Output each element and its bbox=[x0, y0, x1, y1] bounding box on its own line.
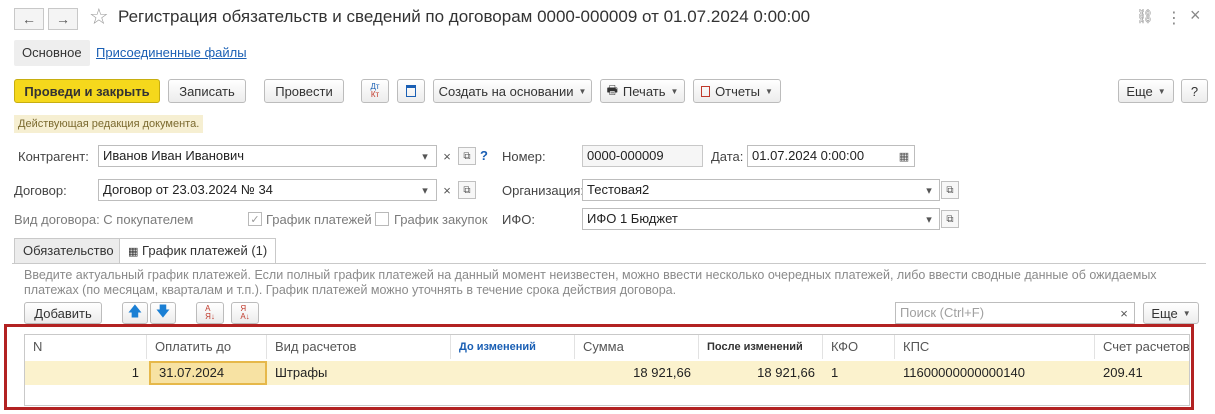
arrow-up-icon: 🡅 bbox=[127, 303, 143, 319]
dropdown-icon[interactable]: ▾ bbox=[416, 180, 434, 200]
contract-label: Договор: bbox=[14, 183, 67, 198]
date-field[interactable]: 01.07.2024 0:00:00 bbox=[747, 145, 915, 167]
create-based-label: Создать на основании bbox=[438, 83, 574, 99]
report-icon bbox=[701, 85, 711, 97]
number-field[interactable]: 0000-000009 bbox=[582, 145, 703, 167]
ifo-label: ИФО: bbox=[502, 212, 535, 227]
dropdown-icon[interactable]: ▾ bbox=[920, 180, 938, 200]
clear-icon[interactable]: × bbox=[438, 180, 456, 200]
number-label: Номер: bbox=[502, 149, 546, 164]
open-icon[interactable]: ⧉ bbox=[458, 147, 476, 165]
date-label: Дата: bbox=[711, 149, 744, 164]
sort-ascending-icon: А Я↓ bbox=[205, 304, 215, 321]
chevron-down-icon: ▼ bbox=[578, 86, 587, 96]
more-menu-icon[interactable]: ⋮ bbox=[1166, 8, 1182, 28]
table-more-button[interactable]: Еще ▼ bbox=[1143, 302, 1199, 324]
window-title: Регистрация обязательств и сведений по д… bbox=[118, 7, 811, 26]
contract-field[interactable]: Договор от 23.03.2024 № 34 bbox=[98, 179, 437, 201]
print-label: Печать bbox=[622, 83, 666, 99]
more-button[interactable]: Еще ▼ bbox=[1118, 79, 1174, 103]
section-main[interactable]: Основное bbox=[14, 40, 90, 66]
arrow-left-icon: ← bbox=[22, 11, 36, 27]
dt-kt-button[interactable]: Дт Кт bbox=[361, 79, 389, 103]
organization-label: Организация: bbox=[502, 183, 585, 198]
help-button[interactable]: ? bbox=[1181, 79, 1208, 103]
reports-label: Отчеты bbox=[715, 83, 760, 99]
clear-icon[interactable]: × bbox=[438, 146, 456, 166]
payment-schedule-checkbox[interactable]: ✓ bbox=[248, 212, 262, 226]
section-attached-files[interactable]: Присоединенные файлы bbox=[96, 40, 247, 66]
favorite-star-icon[interactable]: ☆ bbox=[89, 4, 109, 30]
move-down-button[interactable]: 🡇 bbox=[150, 302, 176, 324]
tab-payment-schedule-label: График платежей (1) bbox=[142, 243, 268, 258]
chevron-down-icon: ▼ bbox=[1157, 86, 1166, 96]
tab-payment-schedule[interactable]: ▦ График платежей (1) bbox=[119, 238, 277, 264]
arrow-down-icon: 🡇 bbox=[155, 303, 171, 319]
forward-button[interactable]: → bbox=[48, 8, 78, 30]
chevron-down-icon: ▼ bbox=[670, 86, 679, 96]
arrow-right-icon: → bbox=[56, 11, 70, 27]
print-button[interactable]: 🖶 Печать ▼ bbox=[600, 79, 685, 103]
open-icon[interactable]: ⧉ bbox=[941, 210, 959, 228]
back-button[interactable]: ← bbox=[14, 8, 44, 30]
purchase-schedule-checkbox[interactable] bbox=[375, 212, 389, 226]
chevron-down-icon: ▼ bbox=[765, 86, 773, 96]
more-label: Еще bbox=[1126, 83, 1153, 99]
help-question-icon[interactable]: ? bbox=[480, 148, 488, 163]
journal-button[interactable] bbox=[397, 79, 425, 103]
sort-descending-icon: Я А↓ bbox=[240, 304, 250, 321]
link-icon[interactable]: ⛓ bbox=[1136, 8, 1154, 25]
add-button[interactable]: Добавить bbox=[24, 302, 102, 324]
organization-field[interactable]: Тестовая2 bbox=[582, 179, 940, 201]
sort-ascending-button[interactable]: А Я↓ bbox=[196, 302, 224, 324]
chevron-down-icon: ▼ bbox=[1182, 308, 1191, 318]
counterparty-field[interactable]: Иванов Иван Иванович bbox=[98, 145, 437, 167]
tab-obligation[interactable]: Обязательство bbox=[14, 238, 123, 263]
open-icon[interactable]: ⧉ bbox=[458, 181, 476, 199]
calendar-icon: ▦ bbox=[128, 246, 139, 258]
highlight-frame bbox=[4, 324, 1194, 410]
sort-descending-button[interactable]: Я А↓ bbox=[231, 302, 259, 324]
list-icon bbox=[406, 85, 416, 97]
purchase-schedule-label: График закупок bbox=[394, 212, 488, 227]
tab-panel-border bbox=[12, 263, 1206, 264]
clear-search-icon[interactable]: × bbox=[1115, 303, 1133, 323]
table-more-label: Еще bbox=[1151, 305, 1178, 321]
payment-schedule-label: График платежей bbox=[266, 212, 372, 227]
dt-kt-icon: Дт Кт bbox=[370, 82, 380, 99]
open-icon[interactable]: ⧉ bbox=[941, 181, 959, 199]
dropdown-icon[interactable]: ▾ bbox=[920, 209, 938, 229]
printer-icon: 🖶 bbox=[606, 82, 618, 97]
reports-button[interactable]: Отчеты ▼ bbox=[693, 79, 781, 103]
ifo-field[interactable]: ИФО 1 Бюджет bbox=[582, 208, 940, 230]
dropdown-icon[interactable]: ▾ bbox=[416, 146, 434, 166]
contract-type-text: Вид договора: С покупателем bbox=[14, 212, 194, 227]
schedule-info-text: Введите актуальный график платежей. Если… bbox=[24, 268, 1157, 297]
create-based-on-button[interactable]: Создать на основании ▼ bbox=[433, 79, 592, 103]
calendar-icon[interactable]: ▦ bbox=[895, 146, 913, 166]
counterparty-label: Контрагент: bbox=[18, 149, 89, 164]
move-up-button[interactable]: 🡅 bbox=[122, 302, 148, 324]
document-status-notice: Действующая редакция документа. bbox=[14, 115, 204, 133]
post-button[interactable]: Провести bbox=[264, 79, 344, 103]
post-and-close-button[interactable]: Проведи и закрыть bbox=[14, 79, 160, 103]
save-button[interactable]: Записать bbox=[168, 79, 246, 103]
close-icon[interactable]: × bbox=[1190, 5, 1201, 26]
search-input[interactable]: Поиск (Ctrl+F) bbox=[895, 302, 1135, 324]
